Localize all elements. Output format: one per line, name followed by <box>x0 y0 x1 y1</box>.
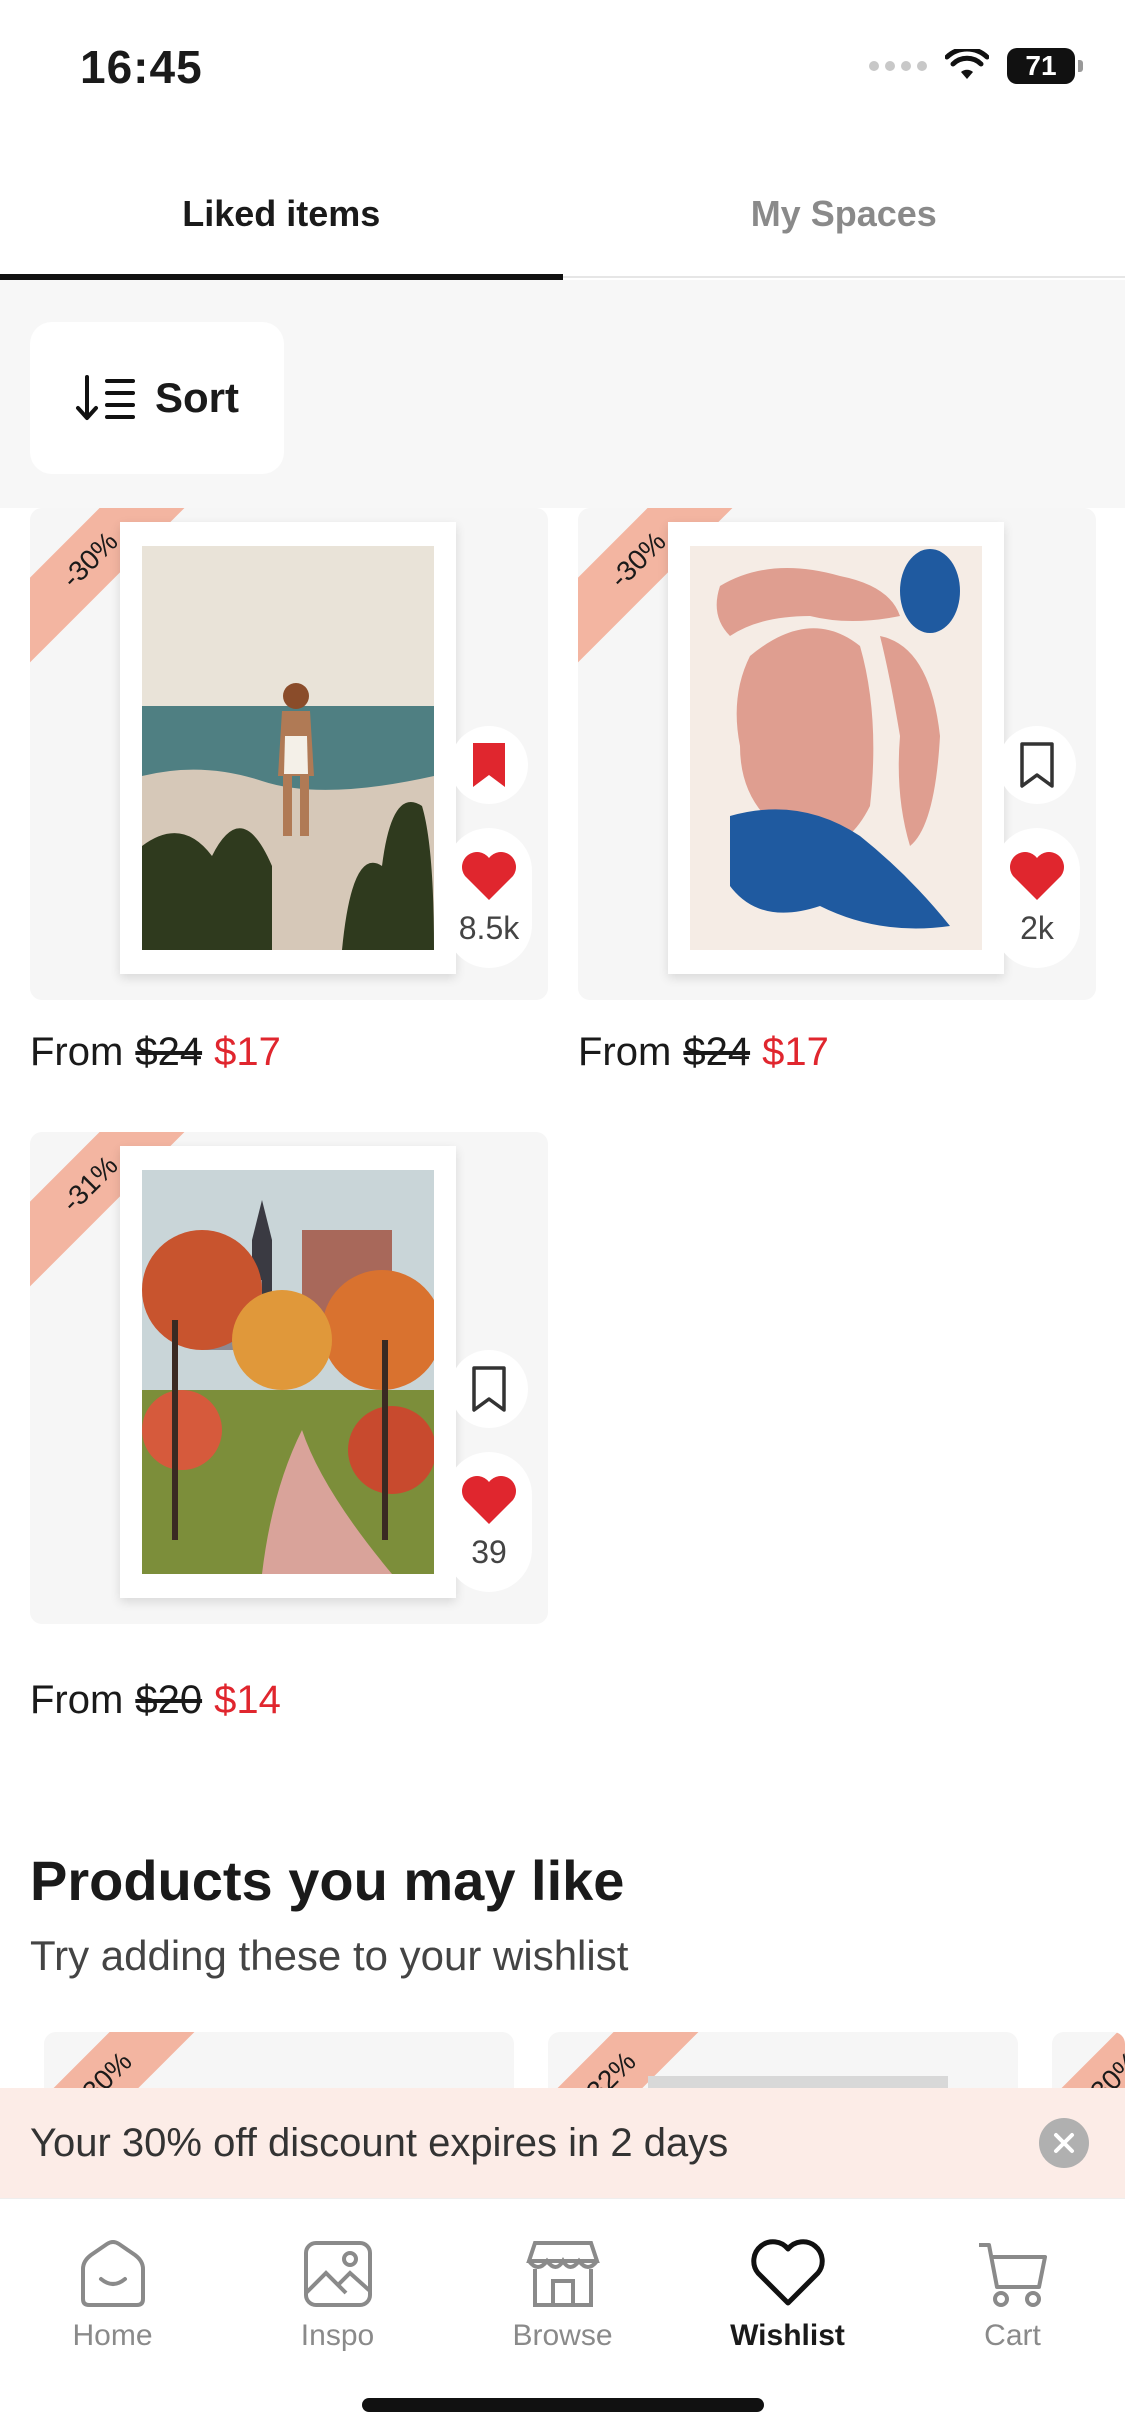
save-button[interactable] <box>998 726 1076 804</box>
signal-icon <box>869 61 927 71</box>
battery-level: 71 <box>1025 50 1057 81</box>
heart-filled-icon <box>1010 851 1064 900</box>
section-subtitle: Try adding these to your wishlist <box>30 1932 629 1979</box>
product-card[interactable]: -30% 2k <box>578 508 1096 1000</box>
sort-icon <box>76 375 135 420</box>
close-icon <box>1054 2133 1074 2153</box>
like-button[interactable]: 39 <box>446 1452 532 1592</box>
product-image[interactable] <box>120 522 456 974</box>
close-button[interactable] <box>1039 2118 1089 2168</box>
artwork-blue-nude <box>690 546 982 950</box>
like-count: 39 <box>471 1533 507 1570</box>
save-button[interactable] <box>450 726 528 804</box>
like-count: 2k <box>1020 909 1054 946</box>
product-card[interactable]: -30% 8.5k <box>30 508 548 1000</box>
product-price: From $20 $14 <box>30 1678 281 1723</box>
banner-text: Your 30% off discount expires in 2 days <box>30 2120 729 2165</box>
product-price: From $24 $17 <box>578 1030 829 1075</box>
like-count: 8.5k <box>458 909 520 946</box>
product-image[interactable] <box>668 522 1004 974</box>
tab-liked-items[interactable]: Liked items <box>0 150 563 280</box>
like-button[interactable]: 2k <box>994 828 1080 968</box>
like-button[interactable]: 8.5k <box>446 828 532 968</box>
nav-label: Home <box>72 2319 153 2352</box>
product-card[interactable]: -31% 39 <box>30 1132 548 1624</box>
cart-icon <box>978 2243 1047 2307</box>
price-prefix: From <box>30 1678 124 1722</box>
price-discounted: $17 <box>762 1030 829 1074</box>
nav-label: Inspo <box>300 2319 375 2352</box>
nav-label: Wishlist <box>730 2319 845 2352</box>
heart-filled-icon <box>462 851 516 900</box>
sort-area: Sort <box>0 280 1125 508</box>
bookmark-filled-icon <box>473 743 505 787</box>
price-original: $24 <box>683 1030 751 1074</box>
sort-label: Sort <box>155 374 239 421</box>
price-prefix: From <box>578 1030 672 1074</box>
nav-label: Cart <box>984 2319 1041 2352</box>
heart-icon <box>750 2239 825 2306</box>
product-price: From $24 $17 <box>30 1030 281 1075</box>
artwork-autumn-city-park <box>142 1170 434 1574</box>
section-title: Products you may like <box>30 1849 625 1912</box>
home-icon <box>80 2240 145 2307</box>
price-prefix: From <box>30 1030 124 1074</box>
bookmark-icon <box>1020 742 1054 788</box>
sort-button[interactable]: Sort <box>30 322 284 474</box>
bookmark-icon <box>472 1366 506 1412</box>
price-original: $24 <box>135 1030 203 1074</box>
save-button[interactable] <box>450 1350 528 1428</box>
nav-label: Browse <box>512 2319 613 2352</box>
nav-cart[interactable]: Cart <box>900 2199 1125 2436</box>
tab-bar: Liked items My Spaces <box>0 150 1125 280</box>
status-icons: 71 <box>869 48 1083 84</box>
price-original: $20 <box>135 1678 203 1722</box>
status-time: 16:45 <box>80 41 203 93</box>
image-icon <box>303 2241 372 2307</box>
nav-home[interactable]: Home <box>0 2199 225 2436</box>
heart-filled-icon <box>462 1475 516 1524</box>
price-discounted: $14 <box>214 1678 281 1722</box>
battery-icon: 71 <box>1007 48 1083 84</box>
price-discounted: $17 <box>214 1030 281 1074</box>
discount-banner[interactable]: Your 30% off discount expires in 2 days <box>0 2088 1125 2198</box>
wifi-icon <box>945 49 989 79</box>
status-bar: 16:45 71 <box>0 0 1125 140</box>
artwork-woman-at-sea <box>142 546 434 950</box>
store-icon <box>525 2241 600 2307</box>
tab-my-spaces[interactable]: My Spaces <box>563 150 1125 278</box>
home-indicator <box>362 2398 764 2412</box>
product-image[interactable] <box>120 1146 456 1598</box>
